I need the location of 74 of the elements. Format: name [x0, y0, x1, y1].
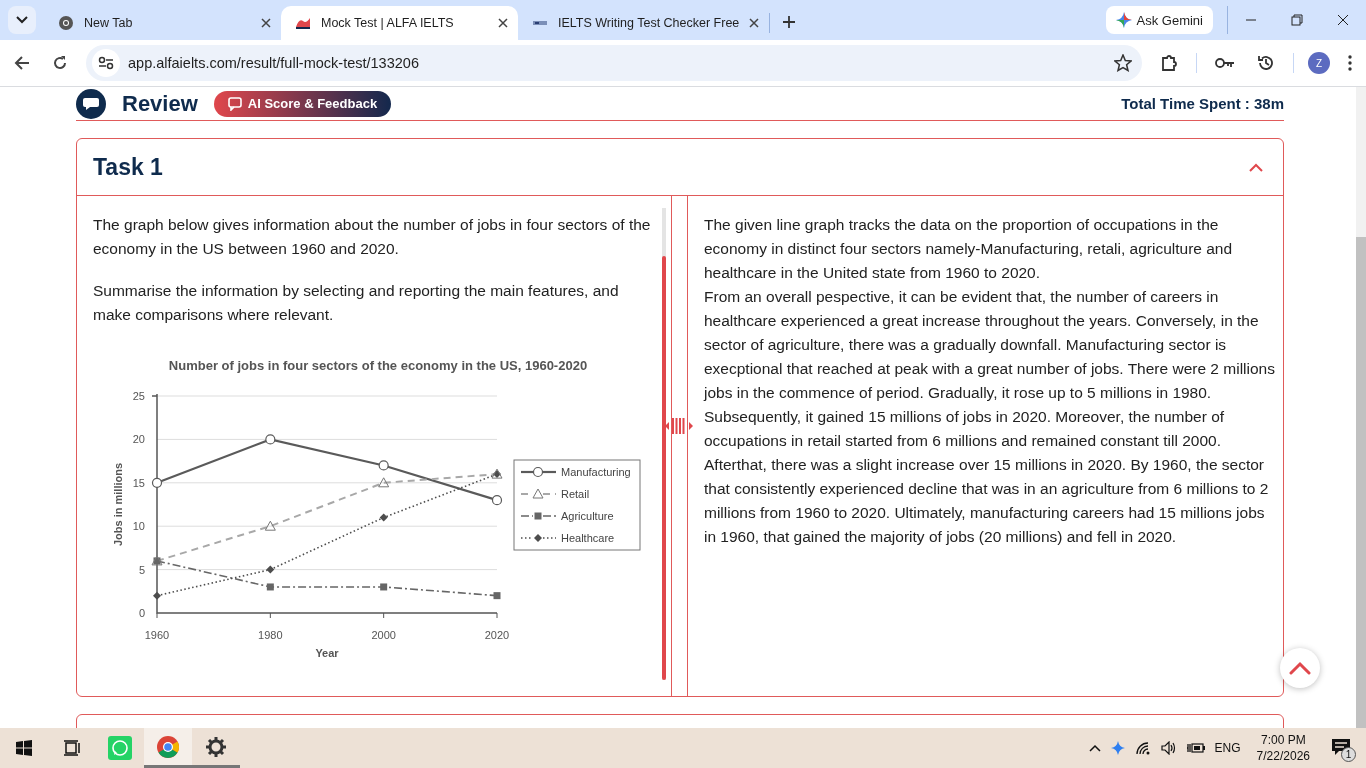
- browser-tab[interactable]: IELTS Writing Test Checker Free: [518, 6, 770, 40]
- axis-tick-label: 0: [138, 607, 145, 619]
- axis-tick-label: 1960: [144, 629, 170, 641]
- plus-icon[interactable]: [782, 15, 797, 29]
- task-title: Task 1: [93, 153, 164, 181]
- notification-button[interactable]: 1: [1326, 733, 1356, 763]
- ask-gemini-button[interactable]: Ask Gemini: [1105, 6, 1213, 34]
- response-text: The given line graph tracks the data on the proportion of occupations in the economy in distinct four sectors namely-Manufacturing, retali, agriculture and healthcare in the United state from 1960 to 2020.: [704, 215, 1234, 283]
- chevron-up-icon[interactable]: [1088, 744, 1101, 752]
- site-info-button[interactable]: [92, 49, 120, 77]
- sliders-icon[interactable]: [98, 56, 114, 70]
- scrollbar[interactable]: [662, 208, 666, 680]
- data-point: [151, 477, 163, 488]
- chrome-icon[interactable]: [144, 728, 192, 768]
- axis-title: Jobs in millions: [112, 462, 124, 547]
- axis-title: Year: [315, 647, 339, 659]
- legend-swatch: [521, 466, 556, 478]
- data-point: [153, 591, 161, 600]
- restore-icon[interactable]: [1291, 14, 1303, 26]
- axis-tick-label: 2000: [371, 629, 396, 641]
- legend-swatch: [520, 534, 557, 542]
- legend-label: Manufacturing: [561, 466, 631, 478]
- sparkle-icon: [1115, 12, 1132, 28]
- close-icon[interactable]: [749, 18, 760, 28]
- prompt-text: Summarise the information by selecting and reporting the main features, and make comparisons where relevant.: [93, 281, 620, 325]
- scrollbar[interactable]: [1356, 87, 1366, 728]
- wifi-icon[interactable]: [1134, 741, 1151, 755]
- data-point: [378, 477, 390, 488]
- data-point: [379, 513, 388, 522]
- chart-title: Number of jobs in four sectors of the economy in the US, 1960-2020: [168, 358, 588, 373]
- data-point: [491, 495, 503, 506]
- axis-tick-label: 5: [138, 563, 145, 576]
- sparkle-icon[interactable]: [1110, 741, 1125, 755]
- ai-score-button[interactable]: AI Score & Feedback: [213, 90, 392, 117]
- axis-tick-label: 25: [132, 390, 145, 402]
- data-point: [265, 434, 276, 445]
- close-icon[interactable]: [1337, 14, 1349, 26]
- logo-icon: [76, 88, 106, 119]
- data-point: [493, 592, 501, 600]
- legend-label: Healthcare: [561, 532, 615, 544]
- axis-tick-label: 2020: [484, 629, 510, 641]
- language-indicator[interactable]: ENG: [1214, 741, 1241, 755]
- volume-icon[interactable]: [1160, 741, 1177, 755]
- axis-tick-label: 20: [132, 433, 145, 446]
- data-point: [264, 520, 276, 531]
- browser-tab[interactable]: New Tab: [44, 6, 281, 40]
- time-spent: Total Time Spent : 38m: [1121, 95, 1284, 112]
- clock[interactable]: 7:00 PM 7/22/2026: [1250, 732, 1316, 764]
- legend-label: Retail: [561, 488, 590, 500]
- chevron-down-icon[interactable]: [16, 16, 28, 24]
- data-point: [266, 583, 274, 591]
- close-icon[interactable]: [261, 18, 271, 28]
- data-point: [378, 460, 389, 471]
- axis-tick-label: 15: [132, 476, 145, 489]
- axis-tick-label: 1980: [258, 629, 283, 641]
- page-title: Review: [122, 90, 198, 117]
- legend-swatch: [520, 512, 557, 520]
- chrome-icon: [58, 15, 74, 31]
- data-point: [380, 583, 388, 591]
- chat-icon: [227, 96, 242, 111]
- response-text: From an overall pespective, it can be evident that, the number of careers in healthcare experienced a great increase throughout the years. Conversely, in the sector of agriculture, there was a gradually downfall. Manufacturing sector is execptional that reached at peak with a great number of jobs. There were 2 millions jobs in the commence of period. Gradually, it rose up to 5 millions in 1980. Subsequently, it gained 15 millions of jobs in 2020. Moreover, the number of occupations in retail started from 6 millions and remained constant till 2000.: [704, 287, 1275, 451]
- battery-icon[interactable]: [1186, 742, 1205, 754]
- profile-avatar[interactable]: Z: [1308, 52, 1330, 74]
- legend-label: Agriculture: [561, 510, 614, 522]
- response-text: Afterthat, there was a slight increase over 15 millions in 2020. By 1960, the sector that consistently experienced decline that was in an agriculture from 6 millions to 2 millions from 1960 to 2020. Ultimately, manufacturing careers had 15 millions jobs in 1960, that gained the majority of jobs (20 millions) and fell in 2020.: [704, 455, 1270, 547]
- close-icon[interactable]: [498, 18, 508, 28]
- browser-tab[interactable]: Mock Test | ALFA IELTS: [281, 6, 518, 40]
- tab-list-button[interactable]: [8, 6, 36, 34]
- axis-tick-label: 10: [132, 520, 145, 533]
- prompt-text: The graph below gives information about the number of jobs in four sectors of the economy in the US between 1960 and 2020.: [93, 215, 652, 259]
- data-point: [266, 565, 275, 574]
- scroll-top-button[interactable]: [1280, 648, 1320, 688]
- notification-count: 1: [1341, 747, 1356, 762]
- legend-swatch: [520, 488, 557, 499]
